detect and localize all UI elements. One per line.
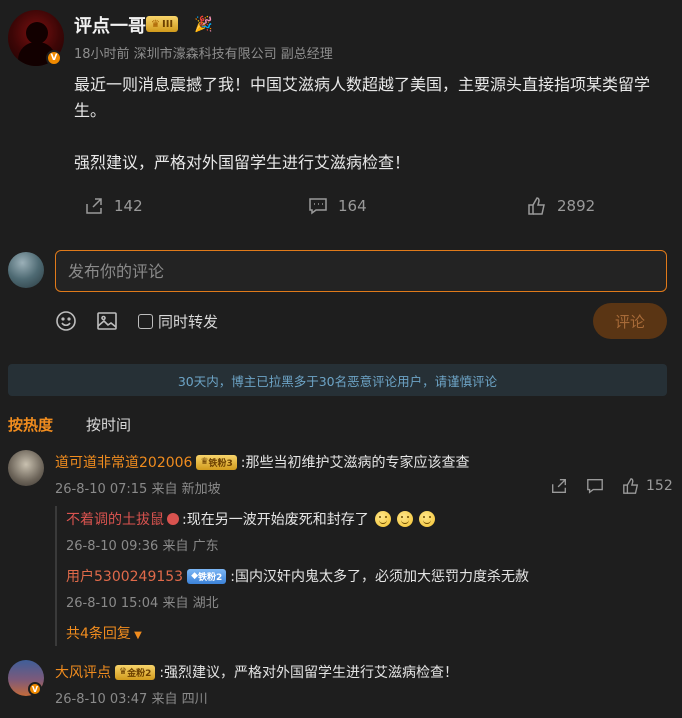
reply-meta: 26-8-10 15:04 来自 湖北 [66, 596, 219, 611]
thumbs-up-icon [528, 197, 545, 215]
comment-like-button[interactable]: 152 [622, 477, 673, 495]
verified-v-icon: V [46, 50, 62, 66]
like-count: 2892 [557, 197, 596, 215]
user-badge-icon [167, 513, 179, 525]
reply-divider [55, 506, 57, 646]
comment-text: :强烈建议，严格对外国留学生进行艾滋病检查！ [159, 665, 459, 681]
share-icon [86, 198, 102, 214]
crown-icon: ♛ [200, 457, 209, 467]
comment-icon [587, 479, 603, 494]
comment-header: 大风评点 ♛ 金粉2 :强烈建议，严格对外国留学生进行艾滋病检查！ [55, 662, 458, 682]
share-icon [552, 479, 566, 493]
reply-header: 用户5300249153 ◆ 铁粉2 :国内汉奸内鬼太多了，必须加大惩罚力度杀无赦 [66, 566, 529, 586]
comment-input[interactable] [55, 250, 667, 292]
submit-comment-button[interactable]: 评论 [593, 303, 667, 339]
post-text-2: 强烈建议，严格对外国留学生进行艾滋病检查！ [74, 153, 411, 172]
comment-text: :那些当初维护艾滋病的专家应该查查 [240, 455, 470, 471]
reply-header: 不着调的土拔鼠 :现在另一波开始废死和封存了 [66, 509, 435, 529]
crown-icon: ♛ [119, 667, 128, 677]
comment-meta: 26-8-10 07:15 来自 新加坡 [55, 482, 221, 497]
post-meta: 18小时前 深圳市濠森科技有限公司 副总经理 [74, 47, 333, 62]
fan-icon: 🎉 [194, 15, 213, 33]
diamond-icon: ◆ [191, 571, 198, 581]
verified-v-icon: V [28, 682, 42, 696]
comment-count: 164 [338, 197, 367, 215]
like-button[interactable]: 2892 [527, 196, 595, 216]
smile-emoji-icon [374, 511, 391, 527]
comment-author[interactable]: 大风评点 [55, 662, 111, 682]
smile-emoji-icon [396, 511, 413, 527]
repost-checkbox[interactable] [138, 314, 153, 329]
post-text-1: 最近一则消息震撼了我！中国艾滋病人数超越了美国，主要源头直接指项某类留学生。 [74, 75, 651, 120]
comment-meta: 26-8-10 03:47 来自 四川 [55, 692, 208, 707]
repost-label[interactable]: 同时转发 [158, 311, 218, 332]
share-count: 142 [114, 197, 143, 215]
my-avatar [8, 252, 44, 288]
comment-avatar[interactable] [8, 450, 44, 486]
level-badge: ♛ III [146, 16, 179, 32]
reply-meta: 26-8-10 09:36 来自 广东 [66, 539, 219, 554]
image-icon[interactable] [95, 309, 119, 333]
thumbs-up-icon [623, 478, 639, 494]
comment-author[interactable]: 道可道非常道202006 [55, 452, 192, 472]
reply-text: :国内汉奸内鬼太多了，必须加大惩罚力度杀无赦 [230, 569, 529, 585]
crown-icon: ♛ [151, 18, 160, 30]
share-button[interactable]: 142 [84, 196, 143, 216]
reply-text: :现在另一波开始废死和封存了 [182, 512, 369, 528]
reply-author[interactable]: 用户5300249153 [66, 566, 183, 586]
author-name[interactable]: 评点一哥 [74, 12, 146, 38]
reply-author[interactable]: 不着调的土拔鼠 [66, 509, 164, 529]
emoji-icon[interactable] [54, 309, 78, 333]
fan-badge: ♛ 金粉2 [115, 664, 156, 680]
comment-button[interactable]: 164 [308, 196, 367, 216]
smile-emoji-icon [418, 511, 435, 527]
comment-header: 道可道非常道202006 ♛ 铁粉3 :那些当初维护艾滋病的专家应该查查 [55, 452, 470, 472]
fan-badge: ◆ 铁粉2 [187, 568, 227, 584]
fan-badge: ♛ 铁粉3 [196, 454, 237, 470]
more-replies-link[interactable]: 共4条回复 ▼ [66, 623, 142, 643]
comment-icon [309, 198, 327, 215]
notice-banner: 30天内，博主已拉黑多于30名恶意评论用户，请谨慎评论 [8, 364, 667, 396]
tab-hot[interactable]: 按热度 [8, 414, 53, 435]
comment-like-count: 152 [646, 478, 673, 494]
comment-reply-button[interactable] [586, 477, 604, 495]
chevron-down-icon: ▼ [130, 630, 142, 641]
comment-share-button[interactable] [550, 477, 568, 495]
tab-time[interactable]: 按时间 [86, 414, 131, 435]
